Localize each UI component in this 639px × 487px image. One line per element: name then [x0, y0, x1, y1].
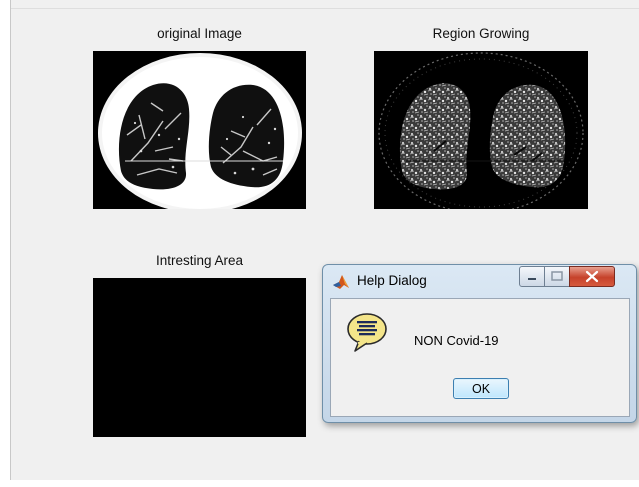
matlab-icon: [333, 275, 349, 289]
maximize-button[interactable]: [544, 266, 570, 287]
help-dialog[interactable]: Help Dialog NON Covid-19 OK: [322, 264, 637, 423]
minimize-button[interactable]: [519, 266, 545, 287]
original-ct-image: [93, 51, 306, 209]
help-speech-bubble-icon: [347, 313, 387, 352]
left-border: [10, 0, 11, 487]
region-growing-image: [374, 51, 588, 209]
dialog-body: NON Covid-19 OK: [330, 298, 630, 417]
region-growing-axes: [374, 51, 588, 209]
top-border: [11, 8, 639, 9]
interesting-area-title: Intresting Area: [155, 253, 244, 268]
dialog-message: NON Covid-19: [414, 333, 499, 348]
region-growing-title: Region Growing: [432, 26, 530, 41]
close-button[interactable]: [569, 266, 615, 287]
bottom-edge: [0, 480, 639, 487]
minimize-icon: [528, 278, 536, 280]
dialog-title: Help Dialog: [357, 273, 427, 288]
maximize-icon: [551, 271, 563, 281]
original-image-axes: [93, 51, 306, 209]
close-icon: [585, 270, 599, 283]
ok-button[interactable]: OK: [453, 378, 509, 399]
interesting-area-axes: [93, 278, 306, 437]
original-image-title: original Image: [157, 26, 242, 41]
